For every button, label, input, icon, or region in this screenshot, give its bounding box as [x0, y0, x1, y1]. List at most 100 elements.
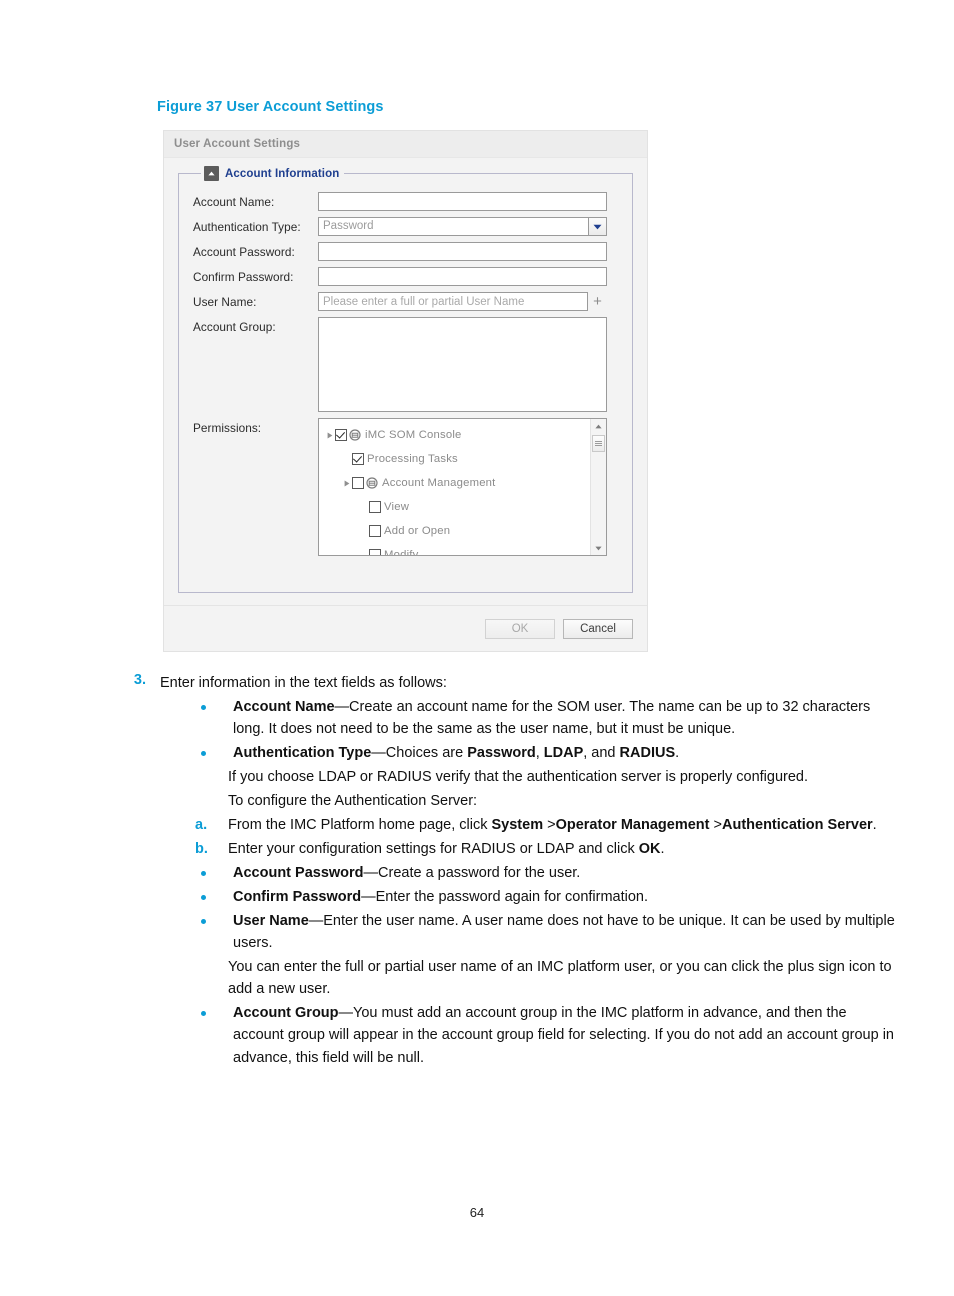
nav-operator-management: Operator Management [555, 817, 710, 834]
bullet-marker [195, 910, 233, 954]
tree-node-label: Modify [384, 549, 419, 555]
tree-node[interactable]: View [325, 495, 590, 519]
permissions-tree-items: iMC SOM Console Processing Tasks Account M… [319, 419, 590, 555]
substep-b: b. Enter your configuration settings for… [195, 838, 895, 860]
dialog-footer: OK Cancel [164, 605, 647, 651]
permissions-tree: iMC SOM Console Processing Tasks Account M… [318, 418, 607, 556]
step-3: 3. Enter information in the text fields … [0, 672, 954, 694]
form-row-user-name: User Name: + [193, 292, 618, 311]
checkbox-unchecked-icon[interactable] [369, 525, 381, 537]
module-circle-icon [365, 477, 378, 490]
tree-node-label: Account Management [382, 477, 496, 489]
ok-button[interactable]: OK [485, 618, 555, 639]
user-name-input[interactable] [318, 292, 588, 311]
paragraph-configure-auth-server: To configure the Authentication Server: [228, 793, 478, 810]
expander-triangle-icon[interactable] [342, 480, 352, 487]
plus-icon[interactable]: + [588, 292, 607, 311]
substep-a-text: From the IMC Platform home page, click S… [228, 814, 895, 836]
substep-b-end: . [660, 841, 665, 858]
nav-system: System [491, 817, 544, 834]
substep-a-end: . [872, 817, 877, 834]
permissions-label: Permissions: [193, 421, 262, 435]
bullet-user-name: User Name—Enter the user name. A user na… [195, 910, 895, 954]
bullet-user-name-text: User Name—Enter the user name. A user na… [233, 910, 895, 954]
checkbox-unchecked-icon[interactable] [352, 477, 364, 489]
account-password-input[interactable] [318, 242, 607, 261]
bullet-marker [195, 742, 233, 764]
confirm-password-label: Confirm Password: [193, 270, 294, 284]
account-group-listbox[interactable] [318, 317, 607, 412]
tree-node-label: View [384, 501, 410, 513]
permissions-field-wrap: iMC SOM Console Processing Tasks Account M… [318, 418, 607, 556]
checkbox-unchecked-icon[interactable] [369, 501, 381, 513]
tree-node-label: Add or Open [384, 525, 451, 537]
bullet-marker [195, 862, 233, 884]
tree-node[interactable]: Processing Tasks [325, 447, 590, 471]
bullet-confirm-password-text: Confirm Password—Enter the password agai… [233, 886, 895, 908]
module-circle-icon [348, 429, 361, 442]
triangle-up-icon[interactable] [204, 166, 219, 181]
groupbox-legend: Account Information [201, 165, 345, 182]
triangle-up-icon[interactable] [591, 419, 606, 433]
substep-a-marker: a. [195, 817, 208, 834]
form-row-confirm-password: Confirm Password: [193, 267, 618, 286]
auth-option-ldap: LDAP [543, 745, 584, 762]
bullet-confirm-password-term: Confirm Password [233, 889, 362, 906]
auth-sep-1: , [535, 745, 544, 762]
substep-a-pre: From the IMC Platform home page, click [228, 817, 492, 834]
bullet-account-name: Account Name—Create an account name for … [195, 696, 895, 740]
substep-b-text: Enter your configuration settings for RA… [228, 838, 895, 860]
permissions-tree-scrollbar[interactable] [590, 419, 606, 555]
bullet-user-name-term: User Name [233, 913, 309, 930]
dialog-header: User Account Settings [164, 131, 647, 158]
bullet-account-password-text: Account Password—Create a password for t… [233, 862, 895, 884]
checkbox-checked-icon[interactable] [335, 429, 347, 441]
form-row-account-password: Account Password: [193, 242, 618, 261]
bullet-confirm-password-desc: —Enter the password again for confirmati… [361, 889, 649, 906]
bullet-marker [195, 1002, 233, 1068]
bullet-account-name-term: Account Name [233, 699, 335, 716]
tree-node-label: iMC SOM Console [365, 429, 462, 441]
expander-triangle-icon[interactable] [325, 432, 335, 439]
cancel-button[interactable]: Cancel [563, 618, 633, 639]
tree-node[interactable]: Modify [325, 543, 590, 555]
bullet-account-password-desc: —Create a password for the user. [363, 865, 581, 882]
bullet-user-name-desc: —Enter the user name. A user name does n… [233, 913, 895, 952]
nav-sep-2: > [709, 817, 722, 834]
account-password-field-wrap [318, 242, 607, 261]
bullet-account-group-text: Account Group—You must add an account gr… [233, 1002, 895, 1068]
account-group-field-wrap [318, 317, 607, 412]
chevron-down-icon[interactable] [588, 217, 607, 236]
tree-node[interactable]: Add or Open [325, 519, 590, 543]
scrollbar-grip-icon [595, 440, 602, 447]
account-name-field-wrap [318, 192, 607, 211]
tree-node[interactable]: Account Management [325, 471, 590, 495]
step-3-number: 3. [133, 672, 146, 688]
account-name-label: Account Name: [193, 195, 275, 209]
triangle-down-icon[interactable] [591, 541, 606, 555]
authentication-type-label: Authentication Type: [193, 220, 301, 234]
account-information-groupbox: Account Information Account Name: Authen… [178, 165, 633, 593]
account-name-input[interactable] [318, 192, 607, 211]
bullet-authentication-type: Authentication Type—Choices are Password… [195, 742, 895, 764]
scrollbar-thumb[interactable] [592, 435, 605, 452]
authentication-type-field-wrap: Password [318, 217, 607, 236]
confirm-password-input[interactable] [318, 267, 607, 286]
authentication-type-select[interactable]: Password [318, 217, 588, 236]
user-name-field-wrap: + [318, 292, 607, 311]
checkbox-unchecked-icon[interactable] [369, 549, 381, 555]
step-3-text: Enter information in the text fields as … [160, 675, 447, 691]
bullet-account-password: Account Password—Create a password for t… [195, 862, 895, 884]
bullet-marker [195, 886, 233, 908]
dialog-body: Account Information Account Name: Authen… [164, 158, 647, 593]
substep-a: a. From the IMC Platform home page, clic… [195, 814, 895, 836]
tree-node-label: Processing Tasks [367, 453, 458, 465]
user-account-settings-dialog: User Account Settings Account Informatio… [163, 130, 648, 652]
tree-node[interactable]: iMC SOM Console [325, 423, 590, 447]
confirm-password-field-wrap [318, 267, 607, 286]
dialog-title: User Account Settings [174, 138, 301, 150]
checkbox-checked-icon[interactable] [352, 453, 364, 465]
bullet-account-group-term: Account Group [233, 1005, 339, 1022]
paragraph-ldap-radius: If you choose LDAP or RADIUS verify that… [228, 769, 809, 786]
auth-option-radius: RADIUS [619, 745, 676, 762]
